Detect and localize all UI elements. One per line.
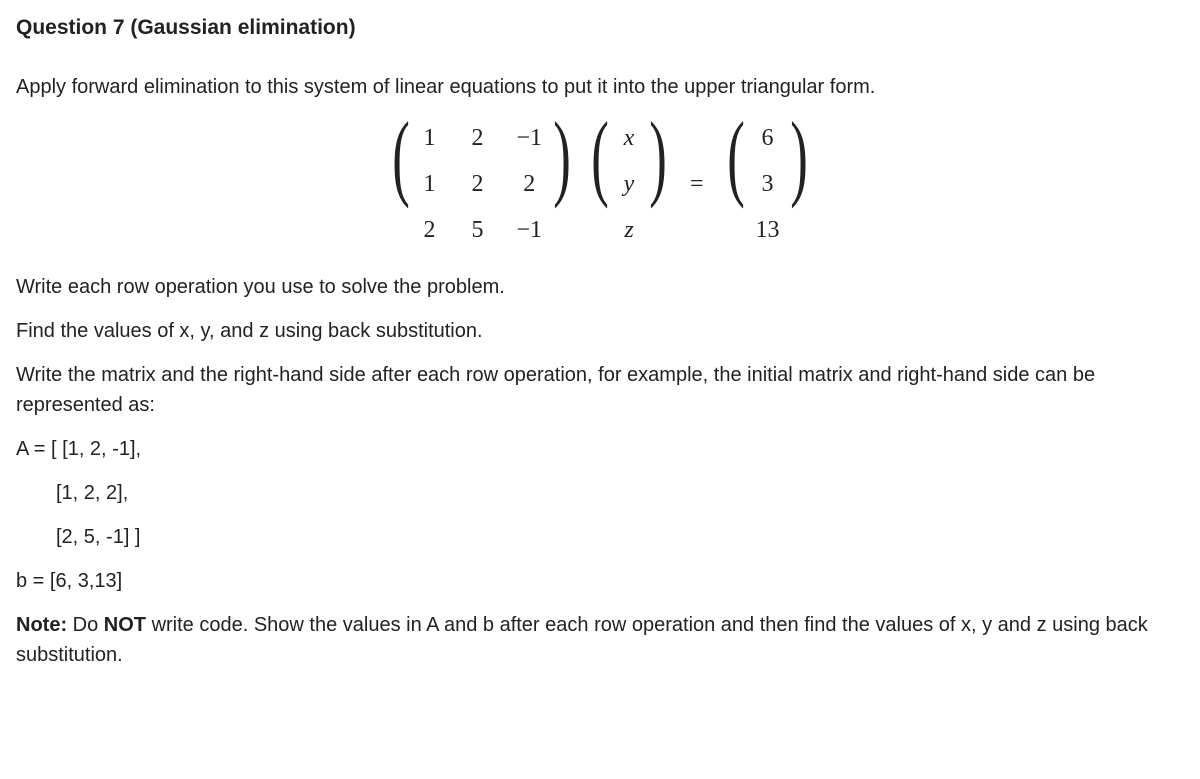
- matrix-cell: 1: [421, 166, 439, 202]
- vector-cell: z: [620, 212, 638, 248]
- right-paren-icon: ): [791, 112, 809, 248]
- note-text: Note: Do NOT write code. Show the values…: [16, 610, 1184, 670]
- matrix-A: ( 1 2 −1 1 2 2 2 5 −1 ): [385, 116, 578, 252]
- vector-cell: x: [620, 120, 638, 156]
- matrix-cell: 2: [469, 166, 487, 202]
- left-paren-icon: (: [727, 112, 745, 248]
- right-paren-icon: ): [649, 112, 667, 248]
- instruction-rowops: Write each row operation you use to solv…: [16, 272, 1184, 302]
- note-label: Note:: [16, 614, 67, 636]
- vector-cell: 3: [755, 166, 779, 202]
- matrix-cell: 2: [421, 212, 439, 248]
- instruction-apply: Apply forward elimination to this system…: [16, 72, 1184, 102]
- question-title: Question 7 (Gaussian elimination): [16, 12, 1184, 44]
- matrix-literal-line2: [1, 2, 2],: [16, 478, 1184, 508]
- left-paren-icon: (: [392, 112, 410, 248]
- note-pre: Do: [67, 614, 104, 636]
- matrix-cell: 2: [517, 166, 543, 202]
- vector-cell: 13: [755, 212, 779, 248]
- matrix-cell: 1: [421, 120, 439, 156]
- equals-sign: =: [680, 166, 714, 202]
- matrix-literal-line1: A = [ [1, 2, -1],: [16, 434, 1184, 464]
- vector-xyz: ( x y z ): [584, 116, 674, 252]
- instruction-repr: Write the matrix and the right-hand side…: [16, 360, 1184, 420]
- vector-b: ( 6 3 13 ): [720, 116, 816, 252]
- matrix-cell: −1: [517, 212, 543, 248]
- vector-cell: y: [620, 166, 638, 202]
- matrix-literal-line3: [2, 5, -1] ]: [16, 522, 1184, 552]
- matrix-cell: 5: [469, 212, 487, 248]
- left-paren-icon: (: [591, 112, 609, 248]
- instruction-backsub: Find the values of x, y, and z using bac…: [16, 316, 1184, 346]
- matrix-equation: ( 1 2 −1 1 2 2 2 5 −1 ) ( x y z ) =: [16, 116, 1184, 252]
- matrix-cell: −1: [517, 120, 543, 156]
- right-paren-icon: ): [553, 112, 571, 248]
- vector-cell: 6: [755, 120, 779, 156]
- note-post: write code. Show the values in A and b a…: [16, 614, 1148, 666]
- note-not: NOT: [104, 614, 146, 636]
- vector-literal-b: b = [6, 3,13]: [16, 566, 1184, 596]
- matrix-cell: 2: [469, 120, 487, 156]
